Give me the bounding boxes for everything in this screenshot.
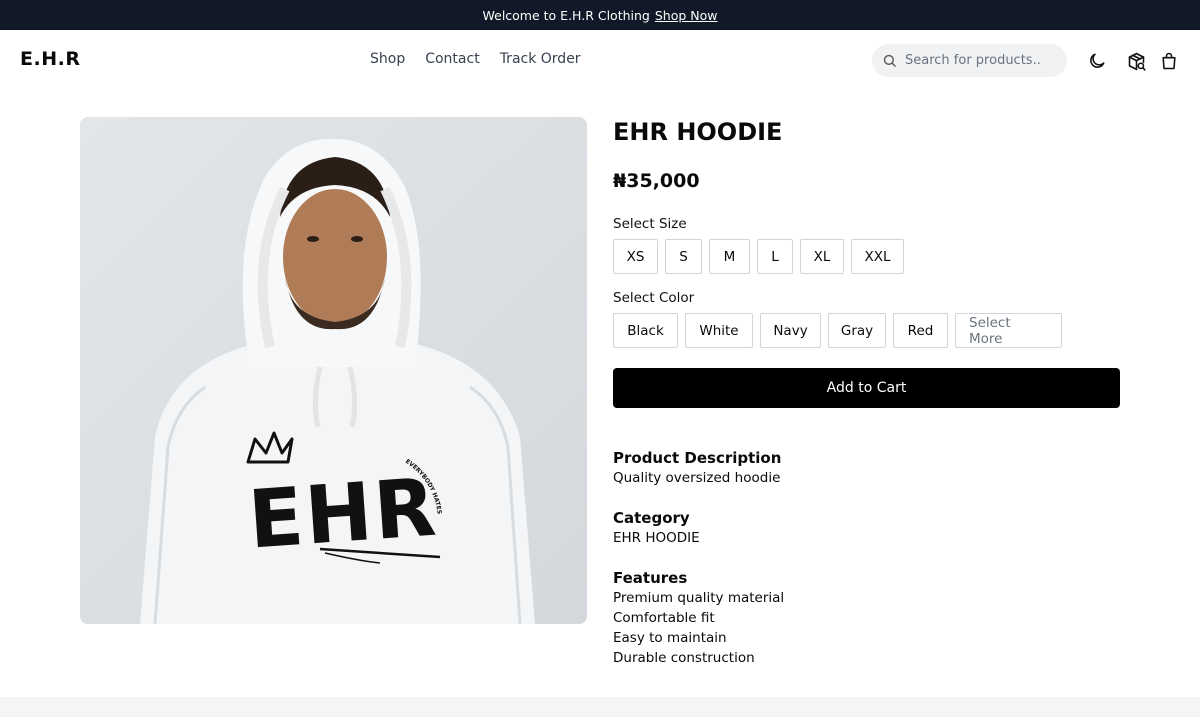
color-navy[interactable]: Navy — [760, 313, 821, 348]
product-image: EHR EVERYBODY HATES RULES — [80, 117, 587, 624]
main-header: E.H.R Shop Contact Track Order — [0, 30, 1200, 90]
features-list: Premium quality material Comfortable fit… — [613, 588, 1120, 668]
category-heading: Category — [613, 509, 690, 527]
shop-now-link[interactable]: Shop Now — [655, 8, 718, 23]
moon-icon[interactable] — [1086, 50, 1108, 72]
size-label: Select Size — [613, 216, 687, 232]
search-bar — [872, 44, 1067, 77]
color-label: Select Color — [613, 290, 695, 306]
package-search-icon[interactable] — [1125, 50, 1147, 72]
description-text: Quality oversized hoodie — [613, 470, 781, 486]
color-options: Black White Navy Gray Red Select More — [613, 313, 1120, 348]
features-heading: Features — [613, 569, 688, 587]
color-white[interactable]: White — [685, 313, 753, 348]
nav-contact[interactable]: Contact — [425, 51, 479, 67]
description-heading: Product Description — [613, 449, 782, 467]
feature-item: Premium quality material — [613, 590, 785, 606]
color-red[interactable]: Red — [893, 313, 948, 348]
size-xl[interactable]: XL — [800, 239, 844, 274]
search-input[interactable] — [905, 53, 1055, 68]
color-black[interactable]: Black — [613, 313, 678, 348]
nav-track-order[interactable]: Track Order — [500, 51, 581, 67]
size-xxl[interactable]: XXL — [851, 239, 904, 274]
feature-item: Durable construction — [613, 650, 755, 666]
announcement-text: Welcome to E.H.R Clothing — [482, 7, 650, 23]
size-xs[interactable]: XS — [613, 239, 658, 274]
product-info: EHR HOODIE ₦35,000 Select Size XS S M L … — [613, 117, 1120, 668]
add-to-cart-button[interactable]: Add to Cart — [613, 368, 1120, 408]
size-options: XS S M L XL XXL — [613, 239, 1120, 274]
feature-item: Comfortable fit — [613, 610, 715, 626]
product-price: ₦35,000 — [613, 170, 700, 192]
footer-strip — [0, 697, 1200, 717]
brand-logo[interactable]: E.H.R — [20, 48, 80, 70]
product-title: EHR HOODIE — [613, 118, 783, 146]
search-icon — [883, 54, 896, 67]
category-text: EHR HOODIE — [613, 530, 700, 546]
feature-item: Easy to maintain — [613, 630, 727, 646]
size-l[interactable]: L — [757, 239, 793, 274]
shopping-bag-icon[interactable] — [1158, 50, 1180, 72]
announcement-bar: Welcome to E.H.R Clothing Shop Now — [0, 0, 1200, 30]
size-s[interactable]: S — [665, 239, 702, 274]
size-m[interactable]: M — [709, 239, 750, 274]
color-gray[interactable]: Gray — [828, 313, 886, 348]
main-nav: Shop Contact Track Order — [370, 51, 581, 67]
select-more-button[interactable]: Select More — [955, 313, 1062, 348]
nav-shop[interactable]: Shop — [370, 51, 405, 67]
